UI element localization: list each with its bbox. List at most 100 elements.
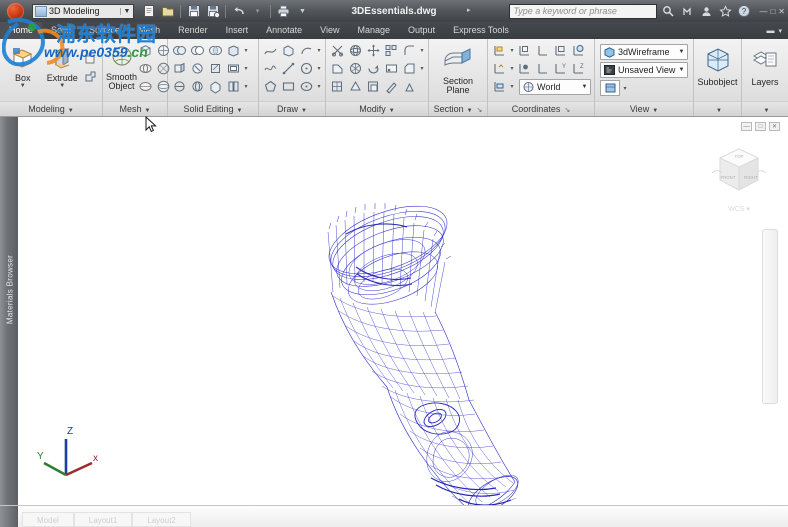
align-icon[interactable] (329, 60, 346, 77)
tab-express-tools[interactable]: Express Tools (444, 22, 518, 39)
panel-section-label[interactable]: Section ▼ ↘ (429, 101, 487, 116)
search-input[interactable]: Type a keyword or phrase (509, 3, 658, 19)
document-title-dropdown[interactable]: ▸ (467, 6, 471, 14)
union-icon[interactable] (171, 42, 188, 59)
spline-icon[interactable] (262, 60, 279, 77)
restore-button[interactable]: □ (770, 7, 775, 16)
intersect-icon[interactable] (207, 42, 224, 59)
trim-icon[interactable] (329, 42, 346, 59)
tab-layout1[interactable]: Layout1 (73, 512, 133, 527)
chevron-down-icon[interactable]: ▾ (509, 47, 515, 54)
favorites-icon[interactable] (717, 3, 733, 19)
viewcube[interactable]: TOP FRONT RIGHT (708, 141, 770, 203)
3dmove-icon[interactable] (365, 42, 382, 59)
plot-dropdown[interactable]: ▼ (294, 3, 311, 20)
arc-icon[interactable] (298, 42, 315, 59)
tab-output[interactable]: Output (399, 22, 444, 39)
plot-button[interactable] (275, 3, 292, 20)
chevron-down-icon[interactable]: ▾ (509, 83, 515, 90)
edit-hatch-icon[interactable] (383, 78, 400, 95)
panel-layers-label[interactable]: ▼ (742, 101, 788, 116)
panel-coordinates-label[interactable]: Coordinates ↘ (488, 101, 594, 116)
line-icon[interactable] (280, 60, 297, 77)
chevron-down-icon[interactable]: ▼ (579, 84, 590, 90)
ucs-origin-icon[interactable] (491, 60, 508, 77)
slice-icon[interactable] (225, 78, 242, 95)
panel-solid-editing-label[interactable]: Solid Editing ▼ (168, 101, 258, 116)
signin-icon[interactable] (698, 3, 714, 19)
ucs-world-icon[interactable] (516, 42, 533, 59)
chevron-down-icon[interactable]: ▾ (243, 65, 249, 72)
fillet-edge-icon[interactable] (401, 42, 418, 59)
extract-edges-icon[interactable] (383, 60, 400, 77)
region-icon[interactable] (280, 42, 297, 59)
chevron-down-icon[interactable]: ▼ (237, 108, 243, 114)
taper-face-icon[interactable] (189, 60, 206, 77)
chevron-down-icon[interactable]: ▾ (622, 85, 628, 92)
solid-extract-icon[interactable] (225, 42, 242, 59)
ucs-icon-toggle-icon[interactable] (491, 78, 508, 95)
copy-face-icon[interactable] (171, 78, 188, 95)
chevron-down-icon[interactable]: ▾ (243, 47, 249, 54)
ucs-previous-icon[interactable] (534, 42, 551, 59)
3dscale-icon[interactable] (329, 78, 346, 95)
shell-icon[interactable] (207, 78, 224, 95)
offset-edge-icon[interactable] (365, 78, 382, 95)
minimize-button[interactable]: — (759, 7, 767, 16)
drawing-canvas[interactable]: — □ ✕ TOP FRONT RIGHT WCS ▾ Z Y x (18, 117, 788, 505)
panel-view-label[interactable]: View ▼ (595, 101, 693, 116)
chevron-down-icon[interactable]: ▼ (68, 108, 74, 114)
polyline-icon[interactable] (262, 42, 279, 59)
chevron-down-icon[interactable]: ▼ (652, 108, 658, 114)
viewport-config-button[interactable] (600, 80, 620, 96)
circle-icon[interactable] (298, 60, 315, 77)
box-dropdown-icon[interactable]: ▼ (20, 83, 26, 89)
save-button[interactable] (185, 3, 202, 20)
polygon-icon[interactable] (262, 78, 279, 95)
3drotate-icon[interactable] (347, 42, 364, 59)
new-button[interactable] (140, 3, 157, 20)
3darray-icon[interactable] (383, 42, 400, 59)
chevron-down-icon[interactable]: ▼ (389, 108, 395, 114)
panel-subobject-label[interactable]: ▼ (694, 101, 741, 116)
tab-model[interactable]: Model (22, 512, 74, 527)
tab-layout2[interactable]: Layout2 (132, 512, 191, 527)
ucs-object-icon[interactable] (516, 60, 533, 77)
ellipse-icon[interactable] (298, 78, 315, 95)
tab-annotate[interactable]: Annotate (257, 22, 311, 39)
chevron-down-icon[interactable]: ▾ (316, 83, 322, 90)
tab-mesh[interactable]: Mesh (129, 22, 169, 39)
interfere-icon[interactable] (401, 78, 418, 95)
panel-modeling-label[interactable]: Modeling ▼ (0, 101, 102, 116)
color-face-icon[interactable] (189, 78, 206, 95)
chevron-down-icon[interactable]: ▼ (301, 108, 307, 114)
ucs-rotate-y-icon[interactable]: Y (552, 60, 569, 77)
tab-render[interactable]: Render (169, 22, 217, 39)
navigation-bar[interactable] (762, 229, 778, 404)
flashlight-wireframe-model[interactable] (283, 192, 563, 505)
saveas-button[interactable] (204, 3, 221, 20)
chevron-down-icon[interactable]: ▾ (509, 65, 515, 72)
smooth-object-button[interactable]: Smooth Object (106, 41, 137, 91)
panel-draw-label[interactable]: Draw ▼ (259, 101, 325, 116)
subobject-button[interactable]: Subobject (697, 41, 738, 87)
search-icon[interactable] (660, 3, 676, 19)
chevron-down-icon[interactable]: ▼ (676, 67, 687, 73)
ucs-selector-combo[interactable]: World ▼ (519, 78, 591, 95)
chevron-down-icon[interactable]: ▾ (316, 65, 322, 72)
subtract-icon[interactable] (189, 42, 206, 59)
chamfer-edge-icon[interactable] (401, 60, 418, 77)
undo-button[interactable] (230, 3, 247, 20)
tab-insert[interactable]: Insert (217, 22, 258, 39)
help-icon[interactable]: ? (736, 3, 752, 19)
offset-face-icon[interactable] (225, 60, 242, 77)
extrude-dropdown-icon[interactable]: ▼ (59, 83, 65, 89)
tab-view[interactable]: View (311, 22, 348, 39)
ucs-rotate-z-icon[interactable]: Z (570, 60, 587, 77)
chevron-down-icon[interactable]: ▾ (419, 47, 425, 54)
materials-browser-panel[interactable]: Materials Browser (0, 117, 18, 505)
ribbon-minimize-icon[interactable]: ▾ (778, 27, 782, 35)
panel-dialog-launcher[interactable]: ↘ (477, 107, 483, 114)
extrude-button[interactable]: Extrude ▼ (43, 41, 83, 89)
exchange-apps-icon[interactable] (679, 3, 695, 19)
